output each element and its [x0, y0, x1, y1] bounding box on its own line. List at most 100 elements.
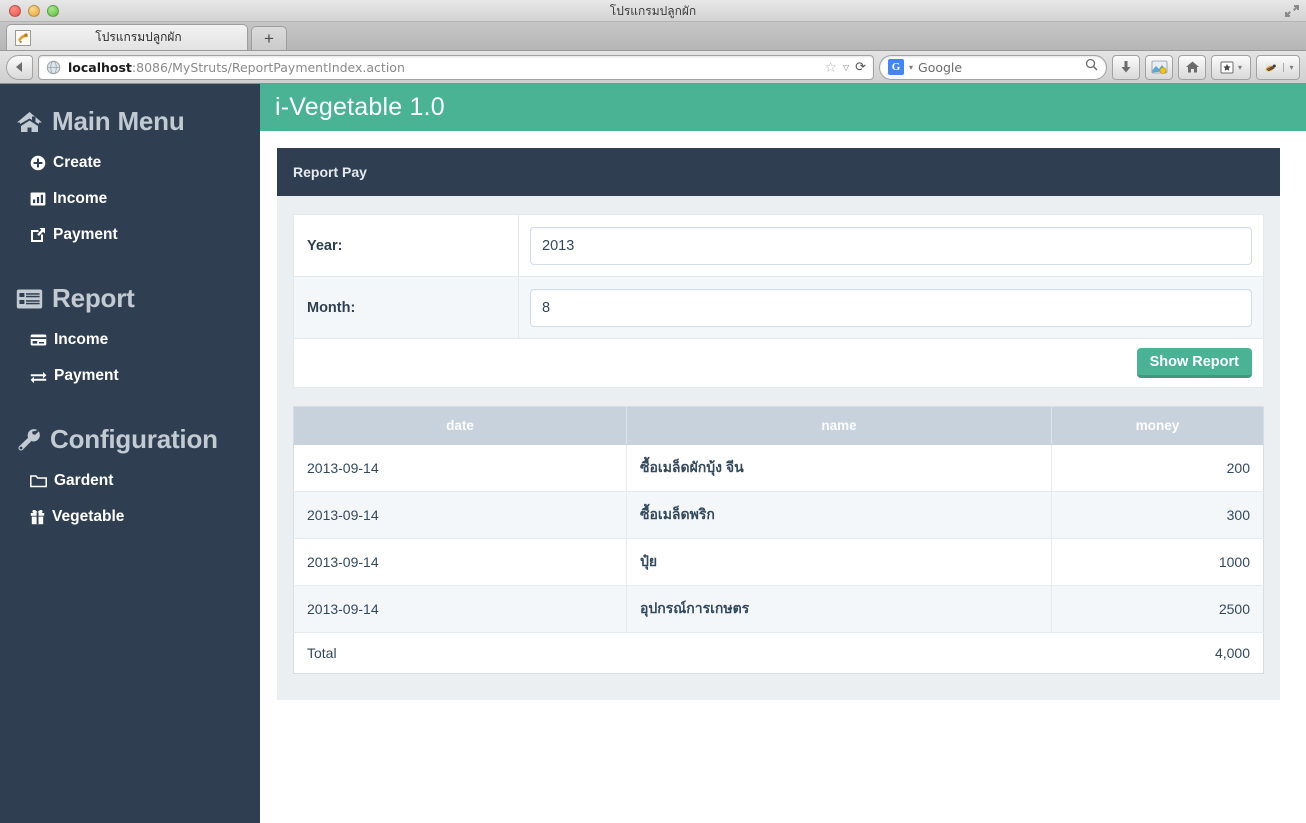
favicon-icon: [15, 30, 31, 46]
main-content: i-Vegetable 1.0 Report Pay Year:: [260, 84, 1306, 823]
gift-icon: [30, 509, 45, 525]
search-icon[interactable]: [1085, 58, 1098, 76]
tab-title: โปรแกรมปลูกผัก: [38, 28, 239, 47]
bar-chart-icon: [30, 191, 46, 207]
home-icon: [16, 110, 43, 134]
bookmark-star-icon[interactable]: ☆: [824, 59, 837, 76]
cell-money: 200: [1052, 445, 1264, 492]
month-input[interactable]: [530, 289, 1252, 327]
table-total-row: Total 4,000: [294, 633, 1264, 674]
wrench-icon: [16, 428, 41, 452]
cell-name: ปุ๋ย: [627, 539, 1052, 586]
cell-money: 1000: [1052, 539, 1264, 586]
year-input-cell: [519, 215, 1264, 277]
exchange-icon: [30, 369, 47, 384]
column-header-date: date: [294, 407, 627, 445]
total-spacer: [627, 633, 1052, 674]
sidebar-item-label: Payment: [54, 367, 119, 385]
cell-name: ซื้อเมล็ดพริก: [627, 492, 1052, 539]
search-input[interactable]: Google: [918, 60, 1080, 75]
report-pay-panel: Report Pay Year:: [277, 148, 1280, 700]
table-row: 2013-09-14 อุปกรณ์การเกษตร 2500: [294, 586, 1264, 633]
sidebar: Main Menu Create: [0, 84, 260, 823]
table-body: 2013-09-14 ซื้อเมล็ดผักบุ้ง จีน 200 2013…: [294, 445, 1264, 674]
table-header-row: date name money: [294, 407, 1264, 445]
payment-report-table: date name money 2013-09-14 ซื้อเมล็ดผักบ…: [293, 406, 1264, 674]
address-bar[interactable]: localhost:8086/MyStruts/ReportPaymentInd…: [38, 55, 874, 80]
back-button[interactable]: [6, 55, 33, 80]
year-input[interactable]: [530, 227, 1252, 265]
search-bar[interactable]: G ▾ Google: [879, 55, 1107, 80]
column-header-money: money: [1052, 407, 1264, 445]
downloads-button[interactable]: [1112, 55, 1140, 80]
sidebar-section-report: Report: [0, 275, 260, 322]
year-label: Year:: [307, 238, 342, 254]
reload-icon[interactable]: ⟳: [855, 59, 866, 75]
fullscreen-icon[interactable]: [1282, 2, 1302, 20]
window-titlebar: โปรแกรมปลูกผัก: [0, 0, 1306, 22]
bookmarks-chevron-icon[interactable]: ▾: [1238, 63, 1242, 72]
sidebar-item-income[interactable]: Income: [0, 181, 260, 217]
url-host: localhost: [68, 60, 132, 75]
sidebar-item-label: Income: [54, 331, 108, 349]
url-path: :8086/MyStruts/ReportPaymentIndex.action: [132, 60, 405, 75]
plus-circle-icon: [30, 155, 46, 171]
form-row-month: Month:: [294, 277, 1264, 339]
bookmarks-button[interactable]: ▾: [1211, 55, 1251, 80]
total-label: Total: [294, 633, 627, 674]
cell-date: 2013-09-14: [294, 492, 627, 539]
month-input-cell: [519, 277, 1264, 339]
sidebar-item-label: Create: [53, 154, 101, 172]
table-head: date name money: [294, 407, 1264, 445]
app-header: i-Vegetable 1.0: [260, 84, 1306, 131]
cell-date: 2013-09-14: [294, 586, 627, 633]
sidebar-item-payment[interactable]: Payment: [0, 217, 260, 253]
sidebar-item-report-payment[interactable]: Payment: [0, 358, 260, 394]
credit-card-icon: [30, 332, 47, 348]
sidebar-item-label: Income: [53, 190, 107, 208]
window-title: โปรแกรมปลูกผัก: [0, 0, 1306, 22]
google-icon[interactable]: G: [888, 59, 904, 75]
cell-name: ซื้อเมล็ดผักบุ้ง จีน: [627, 445, 1052, 492]
sidebar-item-vegetable[interactable]: Vegetable: [0, 499, 260, 535]
month-label: Month:: [307, 300, 355, 316]
external-link-icon: [30, 227, 46, 243]
sidebar-spacer: [0, 394, 260, 416]
sidebar-item-create[interactable]: Create: [0, 145, 260, 181]
sidebar-item-label: Vegetable: [52, 508, 124, 526]
month-label-cell: Month:: [294, 277, 519, 339]
addon-bee-button[interactable]: ▾: [1256, 55, 1300, 80]
show-report-button[interactable]: Show Report: [1137, 348, 1252, 378]
content-body: Report Pay Year:: [260, 131, 1306, 700]
photo-globe-icon[interactable]: [1145, 55, 1173, 80]
tab-strip: โปรแกรมปลูกผัก +: [0, 22, 1306, 51]
sidebar-item-report-income[interactable]: Income: [0, 322, 260, 358]
url-text: localhost:8086/MyStruts/ReportPaymentInd…: [68, 60, 817, 75]
table-row: 2013-09-14 ซื้อเมล็ดพริก 300: [294, 492, 1264, 539]
sidebar-item-label: Gardent: [54, 472, 113, 490]
address-bar-actions: ☆ ▽ ⟳: [824, 59, 866, 76]
sidebar-item-label: Payment: [53, 226, 118, 244]
chevron-down-icon[interactable]: ▽: [843, 63, 849, 72]
form-actions-cell: Show Report: [294, 339, 1264, 388]
home-button[interactable]: [1178, 55, 1206, 80]
panel-heading: Report Pay: [277, 148, 1280, 196]
new-tab-button[interactable]: +: [251, 26, 287, 50]
sidebar-section-configuration: Configuration: [0, 416, 260, 463]
cell-name: อุปกรณ์การเกษตร: [627, 586, 1052, 633]
search-engine-chevron-icon[interactable]: ▾: [909, 63, 913, 72]
cell-money: 300: [1052, 492, 1264, 539]
page-title: i-Vegetable 1.0: [275, 93, 445, 122]
navigation-toolbar: localhost:8086/MyStruts/ReportPaymentInd…: [0, 51, 1306, 84]
list-alt-icon: [16, 288, 43, 310]
sidebar-section-title: Report: [52, 283, 135, 314]
addon-chevron-icon[interactable]: ▾: [1283, 63, 1293, 72]
sidebar-section-title: Configuration: [50, 424, 218, 455]
total-value: 4,000: [1052, 633, 1264, 674]
form-row-actions: Show Report: [294, 339, 1264, 388]
report-filter-form: Year: Month:: [293, 214, 1264, 388]
browser-tab[interactable]: โปรแกรมปลูกผัก: [6, 24, 248, 50]
sidebar-section-main-menu: Main Menu: [0, 98, 260, 145]
sidebar-item-gardent[interactable]: Gardent: [0, 463, 260, 499]
sidebar-spacer: [0, 253, 260, 275]
